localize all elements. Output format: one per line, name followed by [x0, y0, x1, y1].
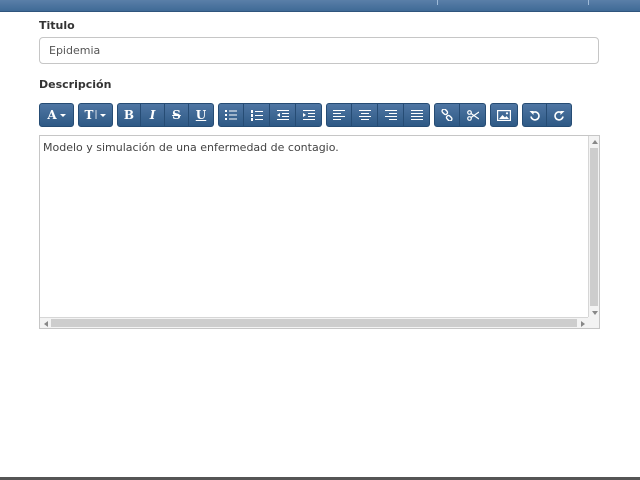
vertical-scrollbar[interactable]	[588, 136, 599, 318]
align-right-icon	[384, 110, 397, 120]
history-group	[522, 103, 572, 127]
editor-toolbar: A T | B I S U	[39, 103, 572, 127]
underline-icon: U	[195, 108, 207, 122]
font-group: A	[39, 103, 74, 127]
align-group	[326, 103, 430, 127]
font-size-button[interactable]: T |	[78, 103, 113, 127]
horizontal-scrollbar[interactable]	[40, 317, 588, 328]
insert-image-button[interactable]	[490, 103, 518, 127]
arrow-left-icon	[43, 320, 48, 327]
description-editor[interactable]: Modelo y simulación de una enfermedad de…	[39, 135, 600, 329]
align-left-icon	[333, 110, 345, 120]
indent-icon	[302, 110, 315, 120]
italic-icon: I	[149, 108, 156, 122]
title-label: Titulo	[39, 19, 75, 32]
italic-button[interactable]: I	[141, 103, 165, 127]
bold-button[interactable]: B	[117, 103, 141, 127]
title-input[interactable]: Epidemia	[39, 37, 599, 64]
outdent-icon	[276, 110, 289, 120]
style-group: B I S U	[117, 103, 214, 127]
chevron-down-icon	[100, 113, 107, 117]
list-group	[218, 103, 322, 127]
text-height-marker: |	[94, 110, 98, 120]
arrow-right-icon	[580, 320, 585, 327]
description-label: Descripción	[39, 78, 112, 91]
font-icon: A	[47, 108, 57, 122]
arrow-up-icon	[591, 139, 598, 144]
align-left-button[interactable]	[326, 103, 352, 127]
font-button[interactable]: A	[39, 103, 74, 127]
cut-icon	[466, 109, 479, 121]
scrollbar-corner	[588, 317, 599, 328]
cut-button[interactable]	[460, 103, 486, 127]
description-text: Modelo y simulación de una enfermedad de…	[43, 141, 339, 154]
scroll-right-button[interactable]	[577, 318, 588, 329]
strikethrough-icon: S	[172, 108, 181, 122]
align-justify-icon	[410, 110, 423, 120]
outdent-button[interactable]	[270, 103, 296, 127]
header-divider	[588, 0, 589, 5]
indent-button[interactable]	[296, 103, 322, 127]
bold-icon: B	[123, 108, 135, 122]
arrow-down-icon	[591, 310, 598, 315]
bullet-list-button[interactable]	[218, 103, 244, 127]
horizontal-scrollbar-thumb[interactable]	[51, 319, 577, 327]
redo-icon	[553, 110, 564, 121]
bullet-list-icon	[225, 110, 237, 120]
undo-button[interactable]	[522, 103, 547, 127]
header-divider	[437, 0, 438, 5]
header-bar	[0, 0, 640, 12]
link-group	[434, 103, 486, 127]
align-justify-button[interactable]	[404, 103, 430, 127]
scroll-left-button[interactable]	[40, 318, 51, 329]
image-group	[490, 103, 518, 127]
numbered-list-icon	[250, 109, 263, 121]
strikethrough-button[interactable]: S	[165, 103, 189, 127]
redo-button[interactable]	[547, 103, 572, 127]
align-center-button[interactable]	[352, 103, 378, 127]
image-icon	[497, 109, 511, 121]
underline-button[interactable]: U	[189, 103, 214, 127]
text-height-icon: T	[84, 108, 94, 122]
link-button[interactable]	[434, 103, 460, 127]
vertical-scrollbar-thumb[interactable]	[590, 148, 598, 306]
chevron-down-icon	[59, 113, 66, 117]
undo-icon	[529, 110, 540, 121]
numbered-list-button[interactable]	[244, 103, 270, 127]
link-icon	[441, 109, 453, 121]
font-size-group: T |	[78, 103, 113, 127]
align-right-button[interactable]	[378, 103, 404, 127]
align-center-icon	[358, 110, 371, 120]
scroll-up-button[interactable]	[589, 136, 600, 147]
